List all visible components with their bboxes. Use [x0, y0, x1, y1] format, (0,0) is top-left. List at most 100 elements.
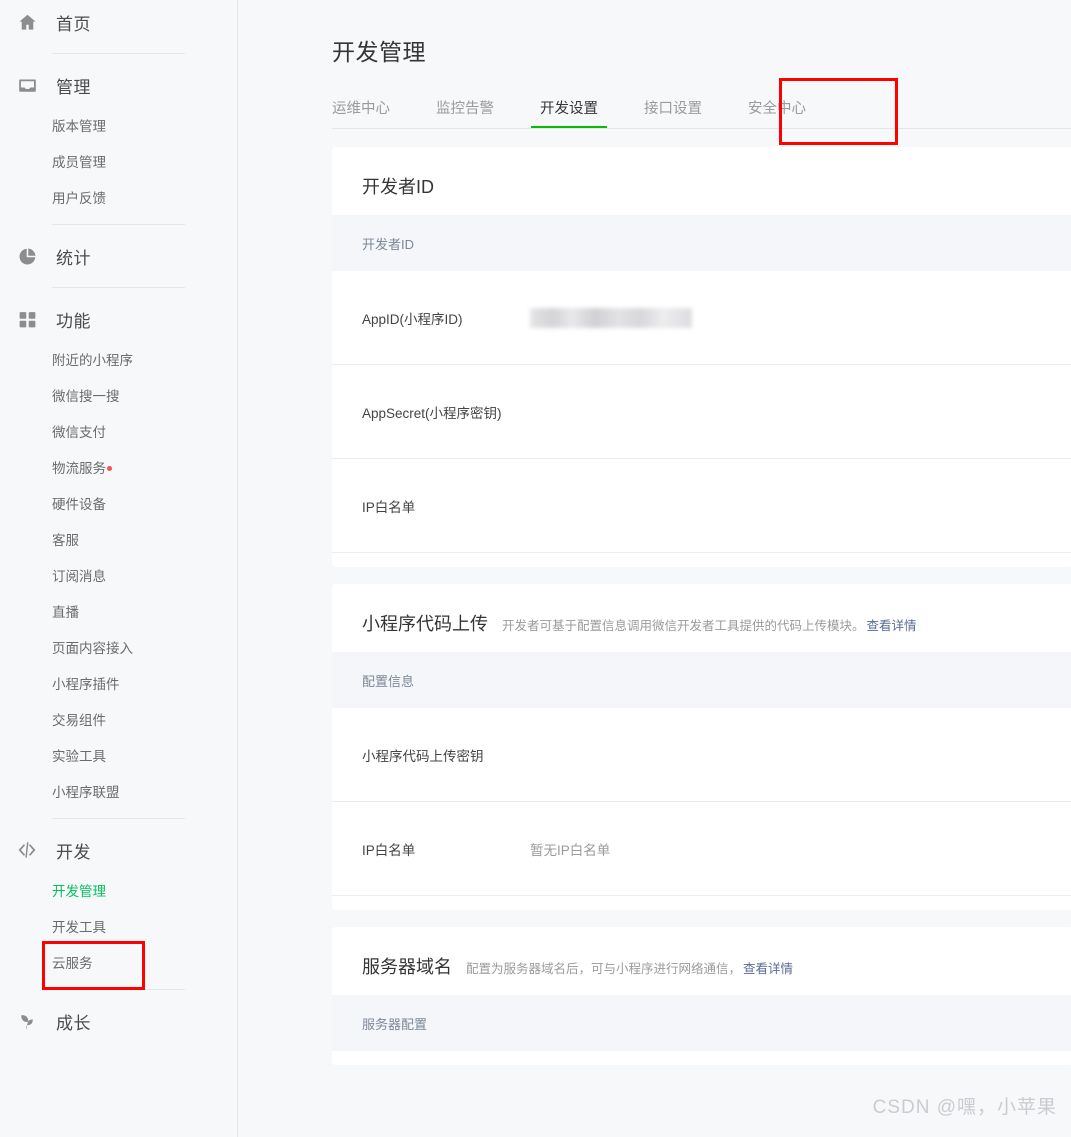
card-2: 服务器域名 配置为服务器域名后，可与小程序进行网络通信， 查看详情服务器配置: [332, 927, 1071, 1065]
sidebar-item-label: 硬件设备: [52, 497, 106, 512]
row-label: 小程序代码上传密钥: [362, 748, 484, 764]
sidebar-item-3-7[interactable]: 直播: [52, 593, 237, 629]
sidebar-divider: [52, 989, 185, 990]
row-label: 服务器配置: [362, 1016, 428, 1032]
main-content: 开发管理 运维中心 监控告警 开发设置 接口设置 安全中心 开发者ID 开发者ID AppI…: [238, 0, 1071, 1137]
sidebar-item-label: 开发工具: [52, 920, 106, 935]
card-header-2: 服务器域名 配置为服务器域名后，可与小程序进行网络通信， 查看详情: [332, 927, 1071, 995]
sidebar-item-3-12[interactable]: 小程序联盟: [52, 773, 237, 809]
sidebar: 首页管理版本管理成员管理用户反馈统计功能附近的小程序微信搜一搜微信支付物流服务硬…: [0, 0, 238, 1137]
sidebar-item-label: 版本管理: [52, 119, 106, 134]
card-description: 配置为服务器域名后，可与小程序进行网络通信，: [466, 962, 742, 976]
code-icon: [16, 839, 38, 861]
tab-bar: 运维中心 监控告警 开发设置 接口设置 安全中心: [332, 93, 1071, 129]
settings-cards: 开发者ID 开发者ID AppID(小程序ID) AppSecret(小程序密钥) IP…: [332, 129, 1071, 1065]
card-row-2-0: 服务器配置: [332, 995, 1071, 1051]
sidebar-group-label: 首页: [56, 14, 91, 34]
row-label: AppID(小程序ID): [362, 311, 463, 327]
row-value: 暂无IP白名单: [530, 842, 611, 858]
sidebar-item-4-1[interactable]: 开发工具: [52, 908, 237, 944]
row-label: 开发者ID: [362, 236, 415, 252]
card-detail-link[interactable]: 查看详情: [743, 958, 793, 977]
sidebar-item-3-10[interactable]: 交易组件: [52, 701, 237, 737]
sidebar-item-3-2[interactable]: 微信支付: [52, 413, 237, 449]
sidebar-item-1-1[interactable]: 成员管理: [52, 143, 237, 179]
sidebar-item-4-0[interactable]: 开发管理: [52, 872, 237, 908]
row-label: IP白名单: [362, 499, 416, 515]
row-label: IP白名单: [362, 842, 416, 858]
tab-3[interactable]: 接口设置: [644, 97, 702, 129]
sidebar-item-label: 微信搜一搜: [52, 389, 120, 404]
sidebar-item-3-5[interactable]: 客服: [52, 521, 237, 557]
card-row-1-1: 小程序代码上传密钥: [332, 708, 1071, 802]
new-badge-dot-icon: [107, 466, 112, 471]
card-0: 开发者ID 开发者ID AppID(小程序ID) AppSecret(小程序密钥) IP…: [332, 147, 1071, 567]
card-title: 开发者ID: [362, 177, 434, 197]
sidebar-item-1-0[interactable]: 版本管理: [52, 107, 237, 143]
sidebar-item-label: 物流服务: [52, 461, 106, 476]
sidebar-item-3-9[interactable]: 小程序插件: [52, 665, 237, 701]
sidebar-group-label: 功能: [56, 311, 91, 331]
row-label: 配置信息: [362, 673, 415, 689]
card-row-1-0: 配置信息: [332, 652, 1071, 708]
sidebar-submenu-1: 版本管理成员管理用户反馈: [0, 107, 237, 215]
sprout-icon: [16, 1010, 38, 1032]
sidebar-group-label: 管理: [56, 77, 91, 97]
sidebar-item-label: 成员管理: [52, 155, 106, 170]
sidebar-divider: [52, 53, 185, 54]
sidebar-group-label: 成长: [56, 1013, 91, 1033]
card-detail-link[interactable]: 查看详情: [867, 615, 917, 634]
sidebar-item-label: 直播: [52, 605, 79, 620]
redacted-value-block: [530, 307, 692, 328]
sidebar-group-header-2[interactable]: 统计: [0, 234, 237, 278]
sidebar-item-label: 小程序插件: [52, 677, 120, 692]
sidebar-group-label: 开发: [56, 842, 91, 862]
card-row-0-0: 开发者ID: [332, 215, 1071, 271]
page-title: 开发管理: [332, 39, 426, 65]
sidebar-item-label: 小程序联盟: [52, 785, 120, 800]
tab-2[interactable]: 开发设置: [531, 97, 607, 129]
tab-4[interactable]: 安全中心: [748, 97, 806, 129]
tab-0[interactable]: 运维中心: [332, 97, 390, 129]
sidebar-divider: [52, 224, 185, 225]
sidebar-item-label: 客服: [52, 533, 79, 548]
sidebar-item-3-8[interactable]: 页面内容接入: [52, 629, 237, 665]
sidebar-item-3-3[interactable]: 物流服务: [52, 449, 237, 485]
sidebar-item-label: 订阅消息: [52, 569, 106, 584]
pie-chart-icon: [16, 245, 38, 267]
sidebar-item-label: 开发管理: [52, 884, 106, 899]
card-row-1-2: IP白名单 暂无IP白名单: [332, 802, 1071, 896]
sidebar-group-header-3[interactable]: 功能: [0, 297, 237, 341]
sidebar-group-5: 成长: [0, 999, 237, 1043]
sidebar-group-header-1[interactable]: 管理: [0, 63, 237, 107]
sidebar-nav: 首页管理版本管理成员管理用户反馈统计功能附近的小程序微信搜一搜微信支付物流服务硬…: [0, 0, 237, 1043]
sidebar-item-3-1[interactable]: 微信搜一搜: [52, 377, 237, 413]
sidebar-item-3-11[interactable]: 实验工具: [52, 737, 237, 773]
card-row-0-3: IP白名单: [332, 459, 1071, 553]
sidebar-group-0: 首页: [0, 0, 237, 44]
sidebar-group-1: 管理版本管理成员管理用户反馈: [0, 63, 237, 215]
sidebar-group-2: 统计: [0, 234, 237, 278]
inbox-icon: [16, 74, 38, 96]
sidebar-divider: [52, 287, 185, 288]
card-header-0: 开发者ID: [332, 147, 1071, 215]
sidebar-group-header-4[interactable]: 开发: [0, 828, 237, 872]
sidebar-group-3: 功能附近的小程序微信搜一搜微信支付物流服务硬件设备客服订阅消息直播页面内容接入小…: [0, 297, 237, 809]
sidebar-item-3-4[interactable]: 硬件设备: [52, 485, 237, 521]
sidebar-item-4-2[interactable]: 云服务: [52, 944, 237, 980]
sidebar-item-label: 交易组件: [52, 713, 106, 728]
card-description: 开发者可基于配置信息调用微信开发者工具提供的代码上传模块。: [502, 619, 865, 633]
tab-1[interactable]: 监控告警: [436, 97, 494, 129]
sidebar-item-label: 云服务: [52, 956, 93, 971]
grid-icon: [16, 308, 38, 330]
sidebar-group-header-5[interactable]: 成长: [0, 999, 237, 1043]
sidebar-group-4: 开发开发管理开发工具云服务: [0, 828, 237, 980]
sidebar-item-3-6[interactable]: 订阅消息: [52, 557, 237, 593]
sidebar-item-1-2[interactable]: 用户反馈: [52, 179, 237, 215]
row-label: AppSecret(小程序密钥): [362, 405, 502, 421]
sidebar-item-label: 实验工具: [52, 749, 106, 764]
tab-bar-baseline: [332, 128, 1071, 129]
sidebar-item-3-0[interactable]: 附近的小程序: [52, 341, 237, 377]
sidebar-item-label: 用户反馈: [52, 191, 106, 206]
sidebar-group-header-0[interactable]: 首页: [0, 0, 237, 44]
